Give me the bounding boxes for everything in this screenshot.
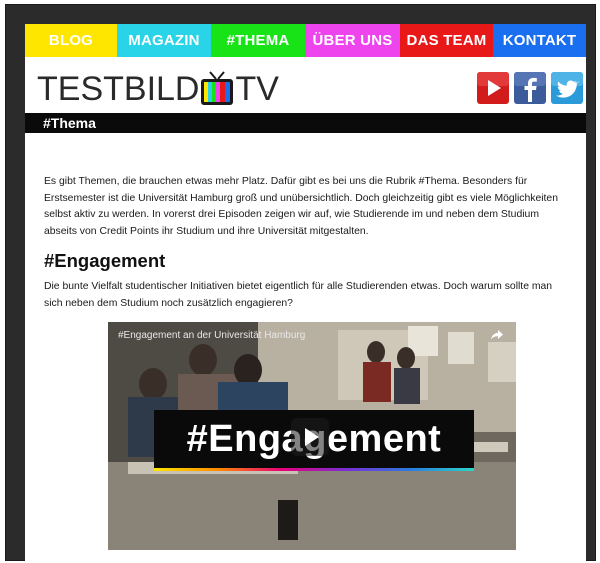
video-title: #Engagement an der Universität Hamburg [118,330,306,341]
youtube-icon[interactable] [477,72,509,104]
description-line: sich neben dem Studium noch zusätzlich e… [44,297,293,309]
description-line: Die bunte Vielfalt studentischer Initiat… [44,281,553,292]
intro-text: Es gibt Themen, die brauchen etwas mehr … [44,174,564,240]
tv-logo-icon [200,70,234,106]
nav-thema[interactable]: #THEMA [211,24,305,57]
intro-line: selbst aktiv zu werden. In vorerst drei … [44,209,539,220]
logo-text-right: TV [235,70,279,108]
browser-frame: BLOG MAGAZIN #THEMA ÜBER UNS DAS TEAM KO… [5,4,596,561]
nav-das-team[interactable]: DAS TEAM [400,24,493,57]
nav-kontakt[interactable]: KONTAKT [493,24,586,57]
video-player[interactable]: #Engagement an der Universität Hamburg #… [108,322,516,550]
logo-text-left: TESTBILD [37,70,200,108]
share-icon[interactable] [490,329,504,341]
intro-line: Erstsemester ist die Universität Hamburg… [44,192,558,204]
nav-blog[interactable]: BLOG [25,24,117,57]
site-logo[interactable]: TESTBILD TV [37,70,279,106]
nav-ueber-uns[interactable]: ÜBER UNS [305,24,400,57]
twitter-icon[interactable] [551,72,583,104]
nav-magazin[interactable]: MAGAZIN [117,24,211,57]
section-title-bar: #Thema [25,113,586,133]
section-description: Die bunte Vielfalt studentischer Initiat… [44,279,569,312]
intro-line: Es gibt Themen, die brauchen etwas mehr … [44,176,528,187]
section-heading: #Engagement [44,250,166,271]
play-icon[interactable] [291,418,329,456]
rainbow-stripe [154,468,474,471]
main-nav: BLOG MAGAZIN #THEMA ÜBER UNS DAS TEAM KO… [25,24,586,57]
facebook-icon[interactable] [514,72,546,104]
intro-line: abseits von Credit Points ihr Studium un… [44,225,369,237]
page: BLOG MAGAZIN #THEMA ÜBER UNS DAS TEAM KO… [25,24,586,561]
site-header: TESTBILD TV [25,57,586,113]
